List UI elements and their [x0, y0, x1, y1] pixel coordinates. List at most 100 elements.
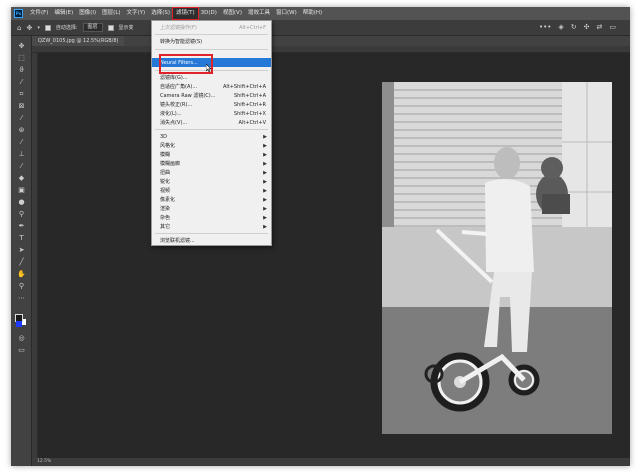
menu-view[interactable]: 视图(V) — [220, 8, 245, 19]
layer-select-dropdown[interactable]: 图层 — [82, 23, 103, 32]
lasso-tool-icon[interactable]: ϑ — [17, 66, 26, 75]
brush-tool-icon[interactable]: ⁄ — [17, 138, 26, 147]
child-on-tricycle-photo — [382, 82, 612, 434]
menu-bar: Ps 文件(F) 编辑(E) 图像(I) 图层(L) 文字(Y) 选择(S) 滤… — [11, 7, 630, 20]
submenu-pixelate[interactable]: 像素化 ▶ — [152, 195, 271, 204]
menu-plugins[interactable]: 增效工具 — [245, 8, 273, 19]
crop-tool-icon[interactable]: ⌗ — [17, 90, 26, 99]
menu-item-liquify[interactable]: 液化(L)... Shift+Ctrl+X — [152, 109, 271, 118]
mouse-pointer-icon — [206, 64, 212, 72]
chevron-right-icon: ▶ — [263, 196, 267, 203]
menu-filter[interactable]: 滤镜(T) — [171, 7, 199, 20]
filter-menu-dropdown: 上次滤镜操作(F) Alt+Ctrl+F 转换为智能滤镜(S) Neural F… — [151, 20, 272, 246]
menu-item-filter-gallery[interactable]: 滤镜库(G)... — [152, 73, 271, 82]
type-tool-icon[interactable]: T — [17, 234, 26, 243]
magic-wand-icon[interactable]: ⁄ — [17, 78, 26, 87]
eyedropper-icon[interactable]: ⁄ — [17, 114, 26, 123]
horizontal-ruler — [32, 46, 630, 53]
menu-item-convert-smart-filters[interactable]: 转换为智能滤镜(S) — [152, 37, 271, 46]
menu-separator — [155, 49, 268, 50]
chevron-right-icon: ▶ — [263, 151, 267, 158]
blur-tool-icon[interactable]: ● — [17, 198, 26, 207]
menu-separator — [155, 233, 268, 234]
status-bar: 12.5% — [32, 458, 630, 466]
menu-type[interactable]: 文字(Y) — [124, 8, 149, 19]
auto-select-label: 自动选择: — [55, 25, 78, 31]
move-tool-icon[interactable]: ✥ — [17, 42, 26, 51]
marquee-tool-icon[interactable]: ⬚ — [17, 54, 26, 63]
path-selection-icon[interactable]: ➤ — [17, 246, 26, 255]
menu-3d[interactable]: 3D(D) — [198, 8, 220, 19]
submenu-stylize[interactable]: 风格化 ▶ — [152, 141, 271, 150]
chevron-right-icon: ▶ — [263, 160, 267, 167]
submenu-distort[interactable]: 扭曲 ▶ — [152, 168, 271, 177]
canvas-area[interactable] — [38, 53, 630, 458]
zoom-level-text: 12.5% — [37, 459, 52, 464]
dodge-tool-icon[interactable]: ⚲ — [17, 210, 26, 219]
submenu-other[interactable]: 其它 ▶ — [152, 222, 271, 231]
menu-select[interactable]: 选择(S) — [148, 8, 173, 19]
photoshop-logo-icon: Ps — [14, 9, 23, 18]
show-transform-checkbox[interactable] — [107, 24, 114, 31]
home-icon[interactable]: ⌂ — [17, 24, 21, 32]
menu-item-adaptive-wide-angle[interactable]: 自适应广角(A)... Alt+Shift+Ctrl+A — [152, 82, 271, 91]
screen-mode-icon[interactable]: ▭ — [17, 346, 26, 355]
menu-edit[interactable]: 编辑(E) — [51, 8, 76, 19]
submenu-blur[interactable]: 模糊 ▶ — [152, 150, 271, 159]
photoshop-window: Ps 文件(F) 编辑(E) 图像(I) 图层(L) 文字(Y) 选择(S) 滤… — [11, 7, 630, 466]
chevron-down-icon[interactable]: ▾ — [37, 25, 40, 31]
submenu-noise[interactable]: 杂色 ▶ — [152, 213, 271, 222]
more-tools-icon[interactable]: ⋯ — [17, 294, 26, 303]
menu-separator — [155, 34, 268, 35]
clone-stamp-icon[interactable]: ⊥ — [17, 150, 26, 159]
menu-item-lens-correction[interactable]: 镜头校正(R)... Shift+Ctrl+R — [152, 100, 271, 109]
3d-mode-icon[interactable]: ◈ — [558, 23, 563, 31]
tools-panel: ✥ ⬚ ϑ ⁄ ⌗ ⊠ ⁄ ⊛ ⁄ ⊥ ⁄ ◆ ▣ ● ⚲ ✒ T ➤ ╱ ✋ … — [11, 36, 32, 466]
color-swap-indicator — [16, 321, 22, 327]
chevron-right-icon: ▶ — [263, 205, 267, 212]
submenu-render[interactable]: 渲染 ▶ — [152, 204, 271, 213]
more-options-icon[interactable]: ••• — [539, 23, 551, 31]
chevron-right-icon: ▶ — [263, 133, 267, 140]
zoom-tool-icon[interactable]: ⚲ — [17, 282, 26, 291]
healing-brush-icon[interactable]: ⊛ — [17, 126, 26, 135]
rotate-3d-icon[interactable]: ↻ — [571, 23, 577, 31]
chevron-right-icon: ▶ — [263, 223, 267, 230]
submenu-video[interactable]: 视频 ▶ — [152, 186, 271, 195]
document-tab[interactable]: QZW_0105.jpg @ 12.5%(RGB/8) — [32, 36, 125, 46]
photo-image — [382, 82, 612, 434]
submenu-sharpen[interactable]: 锐化 ▶ — [152, 177, 271, 186]
options-bar: ⌂ ✥ ▾ 自动选择: 图层 显示变 ••• ◈ ↻ ✣ ⇄ ▭ — [11, 20, 630, 36]
history-brush-icon[interactable]: ⁄ — [17, 162, 26, 171]
submenu-3d[interactable]: 3D ▶ — [152, 132, 271, 141]
slide-icon[interactable]: ⇄ — [597, 23, 603, 31]
frame-tool-icon[interactable]: ⊠ — [17, 102, 26, 111]
video-camera-icon[interactable]: ▭ — [609, 23, 616, 31]
options-right-group: ••• ◈ ↻ ✣ ⇄ ▭ — [539, 23, 616, 31]
chevron-right-icon: ▶ — [263, 187, 267, 194]
menu-image[interactable]: 图像(I) — [76, 8, 99, 19]
menu-help[interactable]: 帮助(H) — [300, 8, 325, 19]
menu-item-vanishing-point[interactable]: 消失点(V)... Alt+Ctrl+V — [152, 118, 271, 127]
menu-item-last-filter[interactable]: 上次滤镜操作(F) Alt+Ctrl+F — [152, 23, 271, 32]
orbit-icon[interactable]: ✣ — [584, 23, 590, 31]
pen-tool-icon[interactable]: ✒ — [17, 222, 26, 231]
menu-window[interactable]: 窗口(W) — [273, 8, 300, 19]
chevron-right-icon: ▶ — [263, 142, 267, 149]
chevron-right-icon: ▶ — [263, 214, 267, 221]
quick-mask-icon[interactable]: ◎ — [17, 334, 26, 343]
menu-layer[interactable]: 图层(L) — [99, 8, 123, 19]
menu-item-browse-online-filters[interactable]: 浏览联机滤镜... — [152, 236, 271, 245]
auto-select-checkbox[interactable] — [44, 24, 51, 31]
document-tab-bar: QZW_0105.jpg @ 12.5%(RGB/8) — [32, 36, 630, 46]
menu-file[interactable]: 文件(F) — [27, 8, 51, 19]
submenu-blur-gallery[interactable]: 模糊画廊 ▶ — [152, 159, 271, 168]
move-tool-icon[interactable]: ✥ — [26, 24, 32, 32]
menu-item-camera-raw[interactable]: Camera Raw 滤镜(C)... Shift+Ctrl+A — [152, 91, 271, 100]
line-tool-icon[interactable]: ╱ — [17, 258, 26, 267]
gradient-tool-icon[interactable]: ▣ — [17, 186, 26, 195]
hand-tool-icon[interactable]: ✋ — [17, 270, 26, 279]
eraser-tool-icon[interactable]: ◆ — [17, 174, 26, 183]
chevron-right-icon: ▶ — [263, 169, 267, 176]
show-transform-label: 显示变 — [118, 25, 134, 31]
